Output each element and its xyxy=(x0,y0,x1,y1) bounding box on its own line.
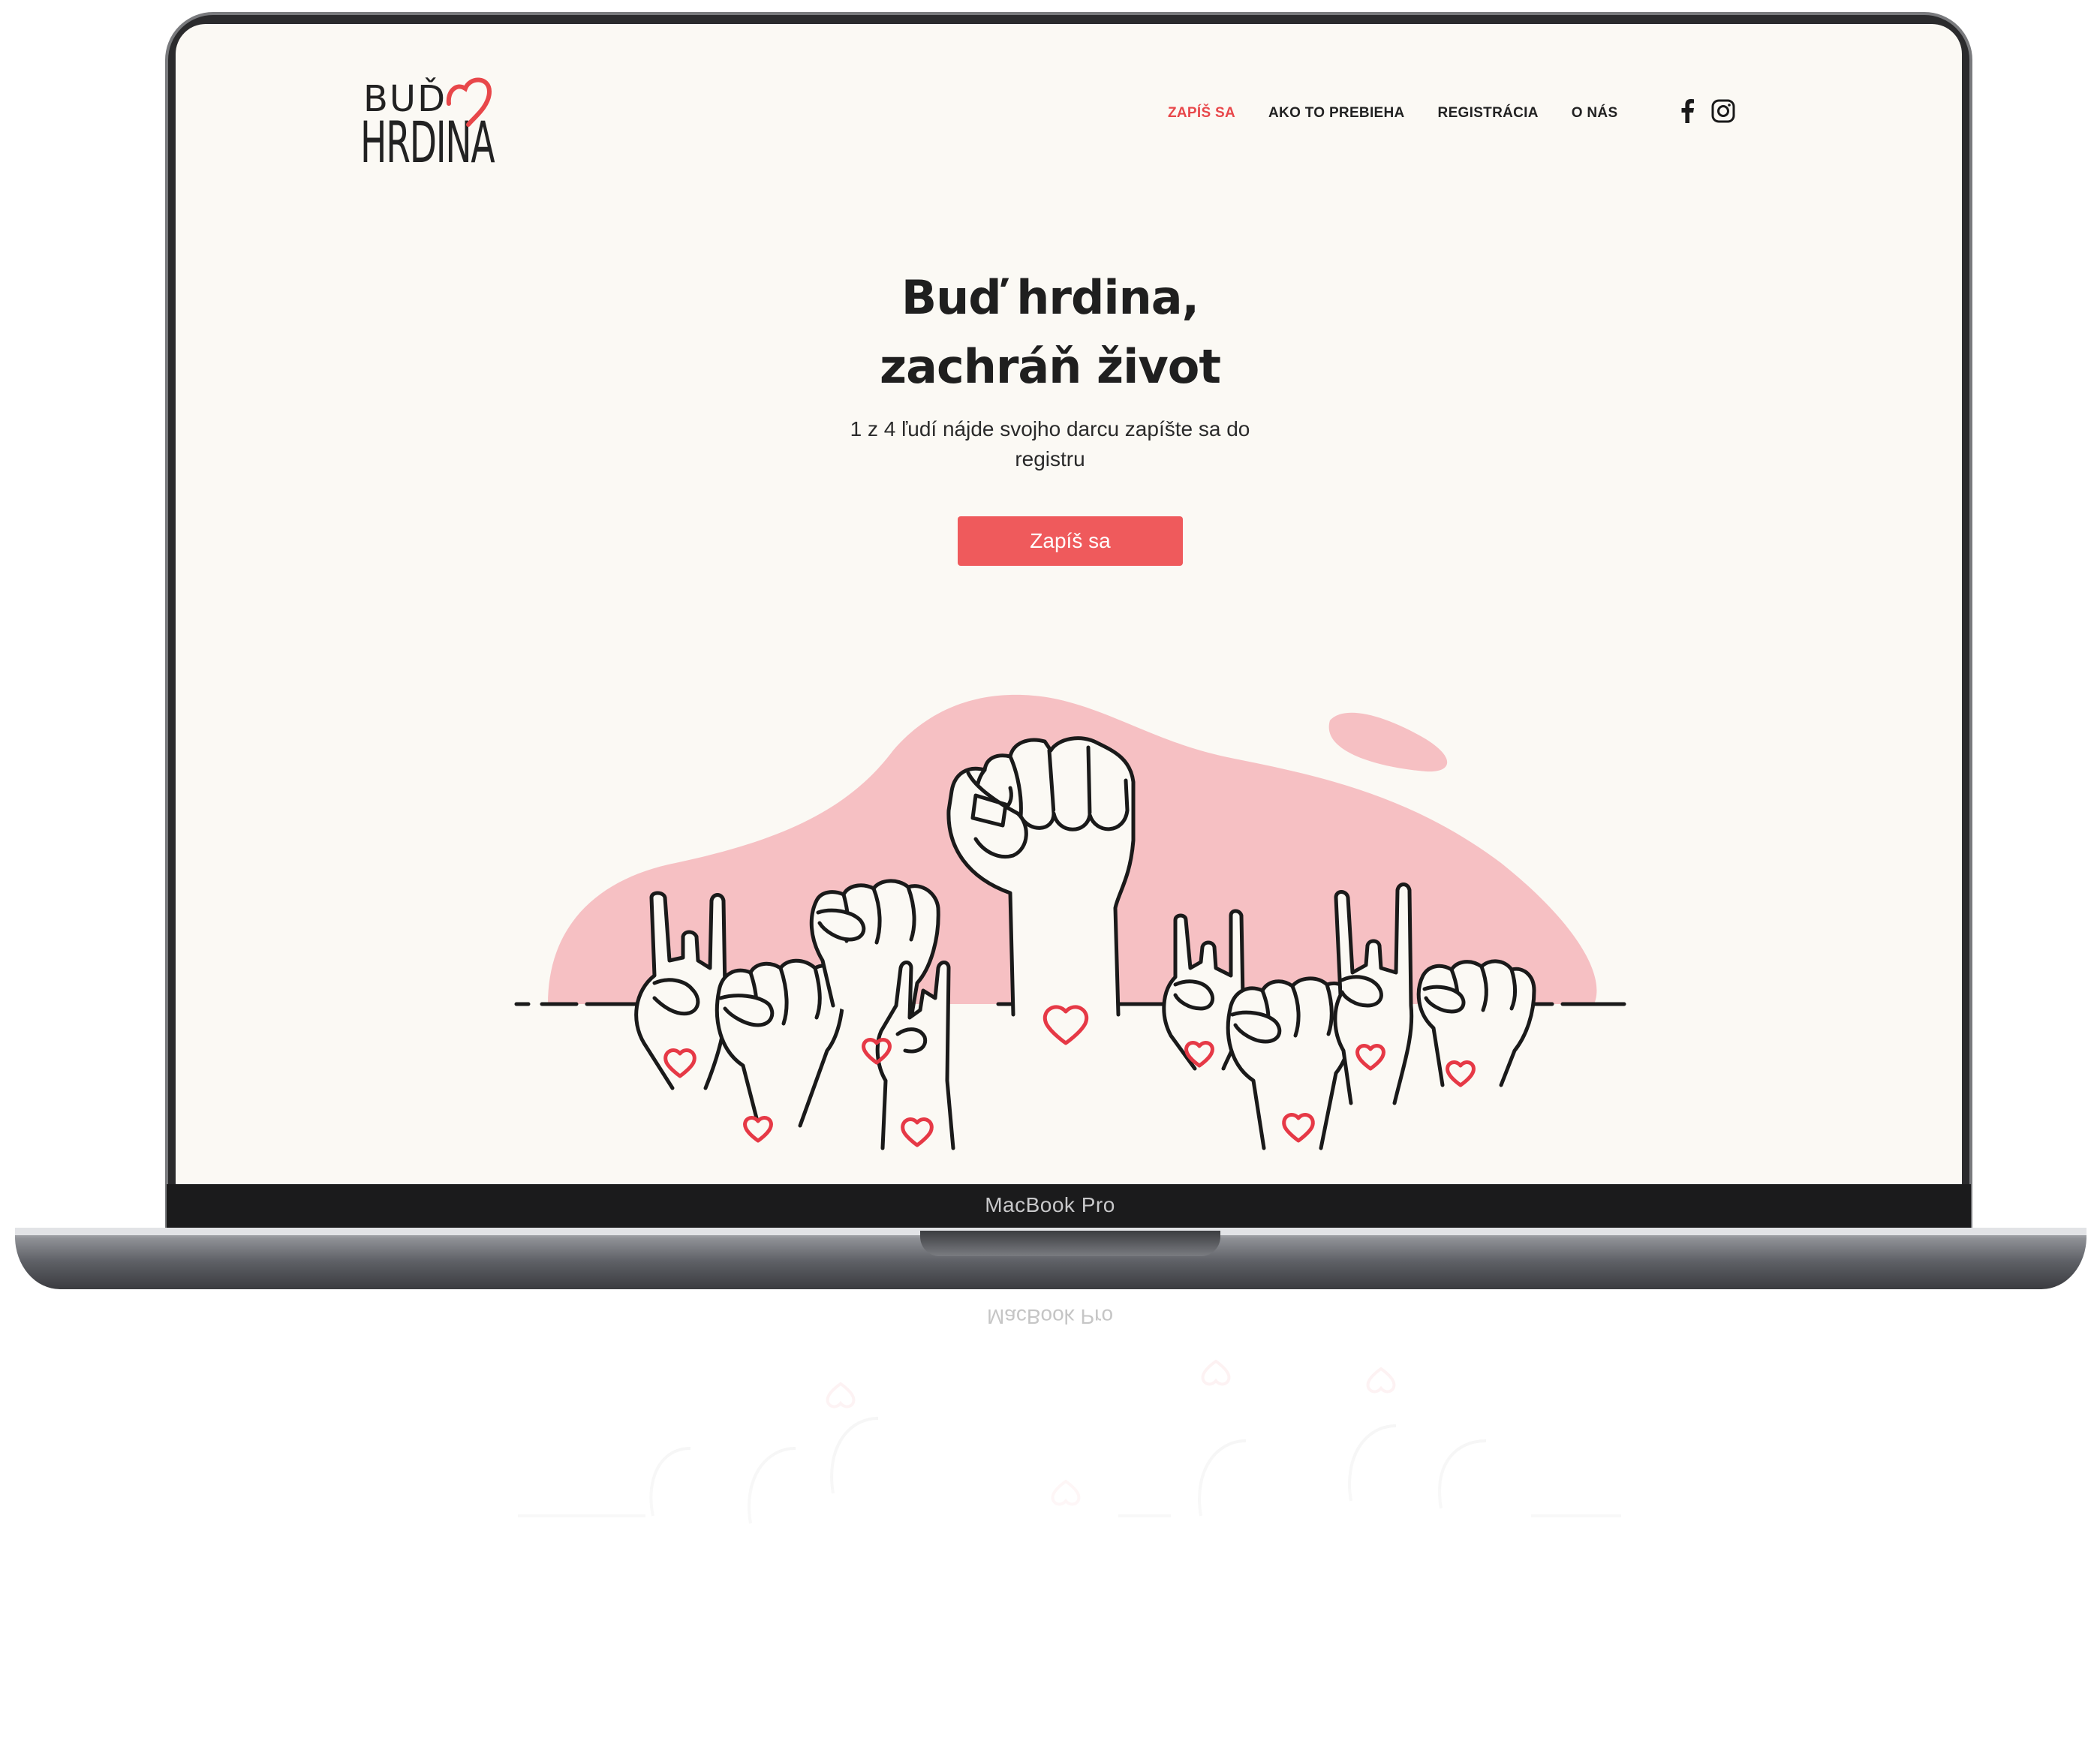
screenshot-stage: BUĎ HRDINA ZAPÍŠ SA AKO TO PREBIEHA REGI… xyxy=(0,0,2100,1756)
facebook-icon[interactable] xyxy=(1680,99,1695,123)
device-model-label: MacBook Pro xyxy=(985,1193,1115,1216)
nav-item-registracia[interactable]: REGISTRÁCIA xyxy=(1438,105,1539,122)
hero-subtitle: 1 z 4 ľudí nájde svojho darcu zapíšte sa… xyxy=(850,417,1250,471)
social-links xyxy=(1680,99,1735,123)
reflection-model-label: MacBook Pro xyxy=(986,1305,1114,1328)
laptop-hinge-notch xyxy=(920,1231,1220,1256)
hero-title-line2: zachráň život xyxy=(880,339,1221,394)
reflection-fade xyxy=(0,1291,2100,1756)
logo-heart-icon xyxy=(446,77,492,127)
laptop-reflection xyxy=(518,1359,1621,1524)
hero-title-line1: Buď hrdina, xyxy=(901,270,1199,325)
signup-cta-button[interactable]: Zapíš sa xyxy=(958,516,1183,566)
instagram-icon[interactable] xyxy=(1711,99,1735,123)
laptop-screen xyxy=(176,24,1962,1184)
nav-item-o-nas[interactable]: O NÁS xyxy=(1572,105,1618,122)
nav-item-ako-to-prebieha[interactable]: AKO TO PREBIEHA xyxy=(1268,105,1405,122)
nav-item-zapis-sa[interactable]: ZAPÍŠ SA xyxy=(1168,105,1235,122)
main-nav: ZAPÍŠ SA AKO TO PREBIEHA REGISTRÁCIA O N… xyxy=(1168,105,1617,122)
